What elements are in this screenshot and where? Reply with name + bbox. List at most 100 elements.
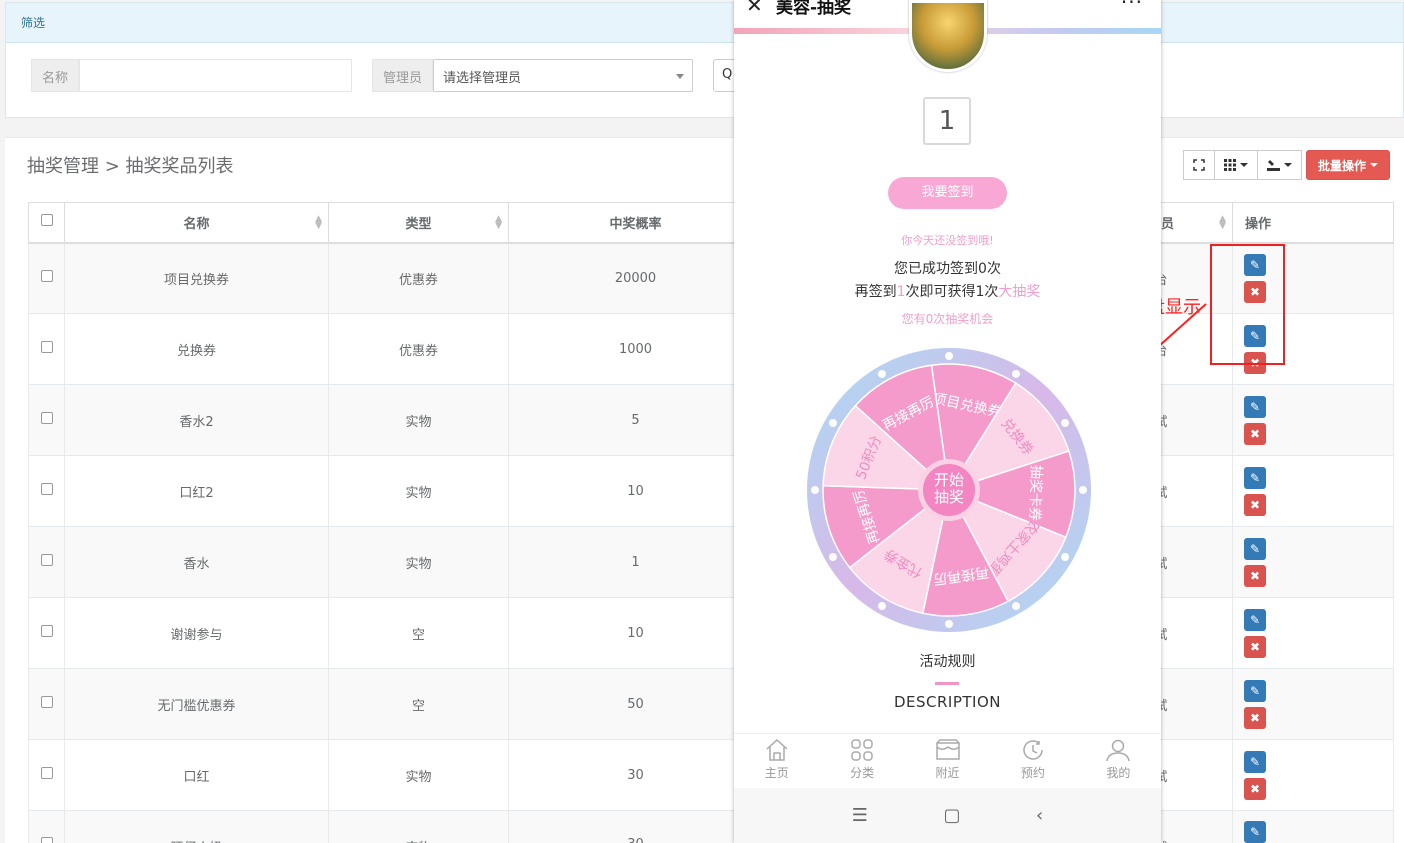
edit-icon: ✎	[1249, 754, 1261, 769]
filter-header: 筛选	[6, 3, 1403, 43]
edit-icon: ✎	[1249, 683, 1261, 698]
row-checkbox[interactable]	[40, 341, 53, 353]
delete-button[interactable]: ✖	[1244, 493, 1266, 516]
row-select-cell	[28, 384, 65, 456]
more-icon[interactable]: ···	[1121, 0, 1143, 14]
chevron-down-icon	[1283, 163, 1292, 167]
wheel-segment-label: 抽奖卡券	[1026, 465, 1045, 522]
wheel-rim-light	[1079, 486, 1087, 494]
cell-name: 无门槛优惠券	[64, 668, 329, 740]
edit-button[interactable]: ✎	[1244, 821, 1266, 843]
back-icon[interactable]: ‹	[1036, 805, 1043, 826]
row-select-cell	[28, 526, 65, 598]
not-signed-tip: 你今天还没签到哦!	[901, 234, 994, 247]
row-select-cell	[28, 810, 65, 843]
fullscreen-button[interactable]	[1182, 150, 1215, 180]
page-title: 抽奖管理 > 抽奖奖品列表	[27, 156, 234, 177]
cell-actions: ✎ ✖	[1232, 668, 1394, 740]
table-toolbar: 批量操作	[1182, 150, 1390, 180]
column-header-rate[interactable]: 中奖概率	[508, 202, 763, 244]
phone-title: 美容-抽奖	[776, 0, 852, 18]
edit-button[interactable]: ✎	[1244, 395, 1266, 418]
edit-button[interactable]: ✎	[1244, 608, 1266, 631]
edit-button[interactable]: ✎	[1244, 466, 1266, 489]
delete-button[interactable]: ✖	[1244, 422, 1266, 445]
tab-mine[interactable]: 我的	[1076, 734, 1161, 788]
cell-name: 兑换券	[64, 313, 329, 385]
edit-button[interactable]: ✎	[1244, 537, 1266, 560]
cell-type: 空	[328, 668, 509, 740]
cell-name: 口红	[64, 739, 329, 811]
edit-icon: ✎	[1249, 612, 1261, 627]
cell-type: 实物	[328, 455, 509, 527]
menu-icon[interactable]: ☰	[852, 805, 868, 826]
filter-panel: 筛选 名称 管理员 请选择管理员 Q	[5, 2, 1404, 118]
cell-rate: 5	[508, 384, 763, 456]
delete-button[interactable]: ✖	[1244, 777, 1266, 800]
close-icon[interactable]: ✕	[746, 0, 763, 17]
edit-button[interactable]: ✎	[1244, 750, 1266, 773]
admin-filter-select[interactable]: 请选择管理员	[433, 59, 694, 92]
tab-nearby[interactable]: 附近	[905, 734, 990, 788]
row-checkbox[interactable]	[40, 625, 53, 637]
batch-actions-button[interactable]: 批量操作	[1305, 150, 1390, 180]
edit-button[interactable]: ✎	[1244, 679, 1266, 702]
home-square-icon[interactable]: ▢	[943, 805, 960, 826]
home-icon	[766, 738, 788, 761]
activity-rules-title: 活动规则	[919, 654, 976, 670]
wheel-rim-light	[828, 419, 837, 427]
phone-preview: ✕ 美容-抽奖 ··· 1 我要签到 你今天还没签到哦! 您已成功签到0次 再签…	[734, 0, 1161, 843]
columns-button[interactable]	[1213, 150, 1258, 180]
row-checkbox[interactable]	[40, 554, 53, 566]
row-checkbox[interactable]	[40, 483, 53, 495]
row-checkbox[interactable]	[40, 696, 53, 708]
row-checkbox[interactable]	[40, 412, 53, 424]
chances-text: 您有0次抽奖机会	[901, 312, 994, 326]
description-title: DESCRIPTION	[893, 693, 1002, 711]
chevron-down-icon	[676, 74, 685, 79]
delete-button[interactable]: ✖	[1244, 635, 1266, 658]
wheel-rim-light	[828, 553, 837, 561]
bottom-tab-bar: 主页 分类 附近 预约 我的	[734, 733, 1161, 788]
sort-icon: ▲ ▼	[495, 214, 502, 231]
lottery-wheel[interactable]: 项目兑换券兑换券抽奖卡券农家土鸡蛋再接再厉代金券再接再厉50积分再接再厉 开始 …	[806, 347, 1092, 633]
table-row: 旺仔小奶实物30测试✎	[28, 810, 1394, 843]
lottery-link[interactable]: 大抽奖	[998, 284, 1040, 300]
cell-rate: 30	[508, 810, 763, 843]
name-filter: 名称	[31, 59, 353, 92]
tab-booking[interactable]: 预约	[990, 734, 1075, 788]
delete-button[interactable]: ✖	[1244, 706, 1266, 729]
delete-button[interactable]: ✖	[1244, 564, 1266, 587]
wheel-rim-light	[1061, 419, 1070, 427]
tab-home[interactable]: 主页	[734, 734, 819, 788]
column-header-type[interactable]: 类型 ▲ ▼	[328, 202, 509, 244]
sort-icon: ▲ ▼	[1219, 214, 1226, 231]
tab-category[interactable]: 分类	[819, 734, 904, 788]
edit-icon: ✎	[1249, 399, 1261, 414]
more-signin-text: 再签到1次即可获得1次大抽奖	[854, 284, 1041, 300]
row-checkbox[interactable]	[40, 767, 53, 779]
table-row: 口红实物30测试✎✖	[28, 739, 1394, 811]
chevron-down-icon	[1370, 163, 1378, 167]
select-all-checkbox[interactable]	[40, 214, 53, 227]
table-row: 无门槛优惠券空50测试✎✖	[28, 668, 1394, 740]
cell-actions: ✎ ✖	[1232, 384, 1394, 456]
cell-actions: ✎ ✖	[1232, 526, 1394, 598]
wheel-center-line-2: 抽奖	[934, 488, 964, 506]
cell-name: 谢谢参与	[64, 597, 329, 669]
column-header-action: 操作	[1232, 202, 1394, 244]
cell-name: 香水2	[64, 384, 329, 456]
row-checkbox[interactable]	[40, 270, 53, 283]
batch-actions-label: 批量操作	[1317, 158, 1366, 173]
row-checkbox[interactable]	[40, 837, 53, 843]
close-icon: ✖	[1249, 710, 1261, 725]
sign-in-button[interactable]: 我要签到	[888, 177, 1007, 209]
column-header-name[interactable]: 名称 ▲ ▼	[64, 202, 329, 244]
export-button[interactable]	[1256, 150, 1302, 180]
cell-actions: ✎	[1232, 810, 1394, 843]
name-filter-input[interactable]	[79, 59, 353, 92]
cell-actions: ✎ ✖	[1232, 455, 1394, 527]
cell-type: 空	[328, 597, 509, 669]
wheel-rim-light	[811, 486, 819, 494]
close-icon: ✖	[1249, 781, 1261, 796]
